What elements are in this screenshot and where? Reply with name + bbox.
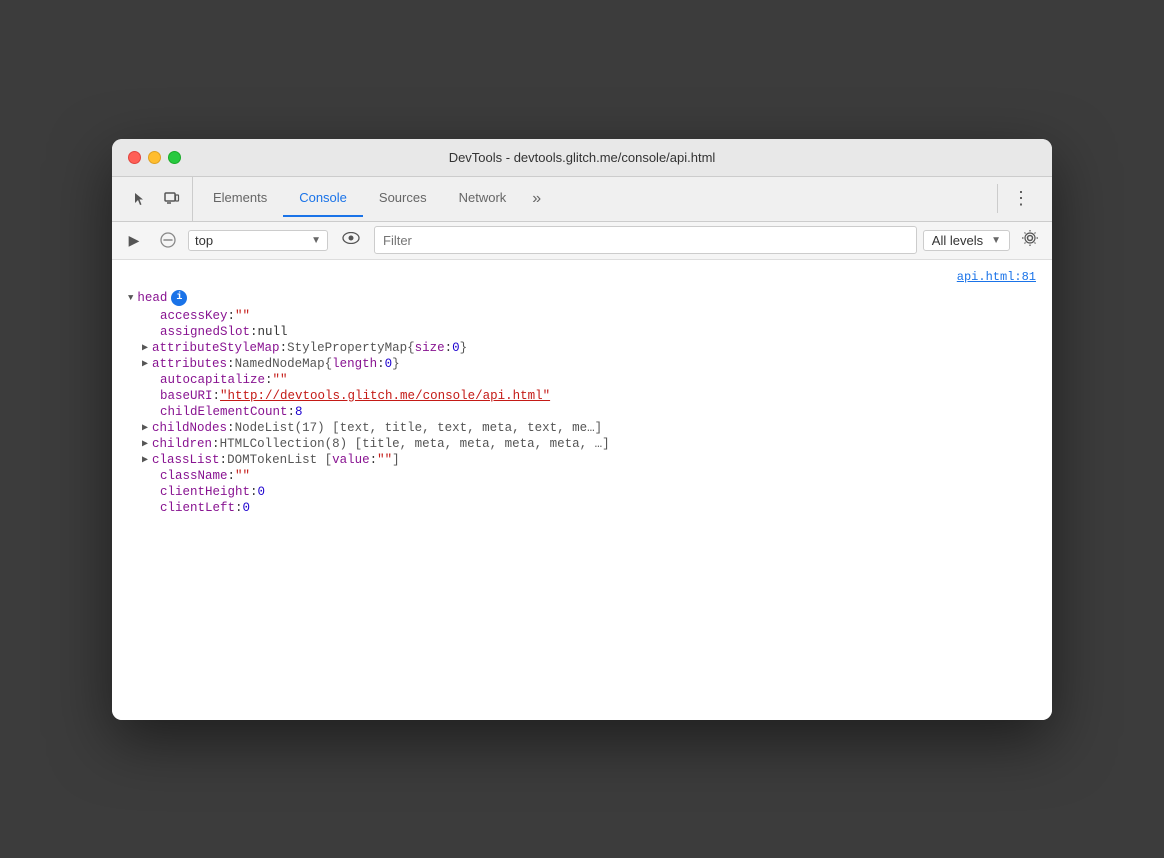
title-bar: DevTools - devtools.glitch.me/console/ap… (112, 139, 1052, 177)
devtools-window: DevTools - devtools.glitch.me/console/ap… (112, 139, 1052, 720)
tab-console[interactable]: Console (283, 180, 363, 217)
cursor-icon-button[interactable] (126, 185, 154, 213)
prop-row-assignedslot: assignedSlot : null (112, 324, 1052, 340)
context-label: top (195, 233, 213, 248)
tabs-toolbar: Elements Console Sources Network » ⋮ (112, 177, 1052, 222)
minimize-button[interactable] (148, 151, 161, 164)
prop-row-clientheight: clientHeight : 0 (112, 484, 1052, 500)
context-chevron: ▼ (311, 235, 321, 246)
tabs-container: Elements Console Sources Network » (197, 180, 997, 217)
more-tabs-button[interactable]: » (522, 182, 551, 216)
prop-row-attributes: ▶ attributes : NamedNodeMap { length : 0… (112, 356, 1052, 372)
prop-row-childnodes: ▶ childNodes : NodeList(17) [ text, titl… (112, 420, 1052, 436)
head-expand-arrow[interactable]: ▼ (128, 293, 133, 303)
expand-arrow[interactable]: ▶ (142, 453, 148, 466)
expand-arrow[interactable]: ▶ (142, 357, 148, 370)
clear-button[interactable] (154, 226, 182, 254)
prop-row-attributestylemap: ▶ attributeStyleMap : StylePropertyMap {… (112, 340, 1052, 356)
context-selector[interactable]: top ▼ (188, 230, 328, 251)
device-icon-button[interactable] (158, 185, 186, 213)
levels-selector[interactable]: All levels ▼ (923, 230, 1010, 251)
settings-button[interactable] (1016, 226, 1044, 255)
maximize-button[interactable] (168, 151, 181, 164)
toolbar-end: ⋮ (997, 184, 1044, 213)
eye-icon (342, 232, 360, 244)
menu-button[interactable]: ⋮ (1006, 184, 1036, 213)
eye-button[interactable] (334, 227, 368, 253)
cursor-icon (133, 192, 147, 206)
source-link[interactable]: api.html:81 (112, 268, 1052, 288)
tab-sources[interactable]: Sources (363, 180, 443, 217)
head-label: head (137, 291, 167, 305)
expand-arrow[interactable]: ▶ (142, 341, 148, 354)
console-output: api.html:81 ▼ head i accessKey : "" assi… (112, 260, 1052, 720)
tab-elements[interactable]: Elements (197, 180, 283, 217)
prop-row-children: ▶ children : HTMLCollection(8) [ title, … (112, 436, 1052, 452)
prop-row-classlist: ▶ classList : DOMTokenList [ value : "" … (112, 452, 1052, 468)
head-row: ▼ head i (112, 288, 1052, 308)
window-title: DevTools - devtools.glitch.me/console/ap… (449, 150, 716, 165)
prop-row-autocapitalize: autocapitalize : "" (112, 372, 1052, 388)
prop-row-childelementcount: childElementCount : 8 (112, 404, 1052, 420)
info-badge[interactable]: i (171, 290, 187, 306)
device-icon (164, 191, 180, 207)
traffic-lights (128, 151, 181, 164)
prop-row-clientleft: clientLeft : 0 (112, 500, 1052, 516)
close-button[interactable] (128, 151, 141, 164)
toolbar-icons (120, 177, 193, 221)
clear-icon (160, 232, 176, 248)
levels-label: All levels (932, 233, 983, 248)
prop-row-accesskey: accessKey : "" (112, 308, 1052, 324)
gear-icon (1022, 230, 1038, 246)
levels-chevron: ▼ (991, 235, 1001, 246)
console-toolbar: ▶ top ▼ All levels ▼ (112, 222, 1052, 260)
tab-network[interactable]: Network (443, 180, 523, 217)
execute-icon: ▶ (129, 232, 140, 249)
prop-row-classname: className : "" (112, 468, 1052, 484)
prop-row-baseuri: baseURI : "http://devtools.glitch.me/con… (112, 388, 1052, 404)
filter-input[interactable] (374, 226, 917, 254)
expand-arrow[interactable]: ▶ (142, 437, 148, 450)
execute-button[interactable]: ▶ (120, 226, 148, 254)
expand-arrow[interactable]: ▶ (142, 421, 148, 434)
